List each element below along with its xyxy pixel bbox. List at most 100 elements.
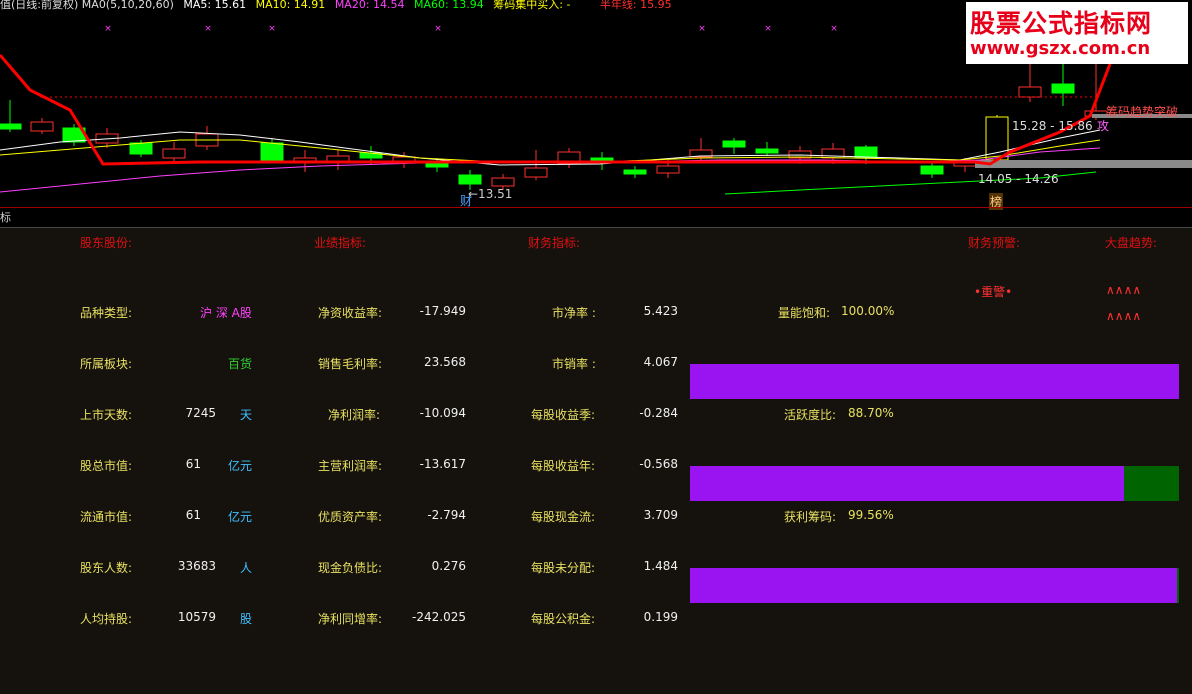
col1-label: 股东人数:	[80, 561, 133, 575]
col2-label: 优质资产率:	[318, 510, 383, 524]
ma20-label: MA20: 14.54	[334, 0, 405, 11]
header-performance: 业绩指标:	[314, 236, 367, 250]
col1-label: 上市天数:	[80, 408, 133, 422]
col3-value: 0.199	[643, 610, 678, 624]
marker-x: ×	[830, 24, 838, 34]
metric-value: 88.70%	[848, 406, 894, 420]
market-trend-2: ∧∧∧∧	[1106, 309, 1142, 323]
col1-unit: 人	[240, 561, 253, 575]
ma60-label: MA60: 13.94	[414, 0, 484, 11]
col2-value: -10.094	[419, 406, 466, 420]
col3-value: -0.568	[639, 457, 678, 471]
candle-body	[30, 121, 54, 132]
kline-chart[interactable]: × × × × × × × 值(日线:前复权) MA0(5,10,20,60) MA5: 1…	[0, 0, 1192, 210]
header-warning: 财务预警:	[968, 236, 1021, 250]
ma5-label: MA5: 15.61	[183, 0, 247, 11]
volume-saturation-bar	[690, 364, 1179, 399]
candle-body	[755, 148, 779, 154]
ma10-label: MA10: 14.91	[255, 0, 326, 11]
warning-value: •重警•	[974, 285, 1013, 299]
col1-label: 股总市值:	[80, 459, 133, 473]
candle-body	[1051, 83, 1075, 94]
price-range-high: 15.28 - 15.86	[1012, 119, 1093, 133]
chart-separator	[0, 207, 1192, 208]
candle-body	[722, 140, 746, 148]
candle-body	[1018, 86, 1042, 98]
info-panel: 股东股份: 业绩指标: 财务指标: 财务预警: 大盘趋势: •重警• ∧∧∧∧ …	[0, 228, 1192, 694]
marker-x: ×	[204, 24, 212, 34]
candle-body	[623, 169, 647, 175]
breakout-label: 筹码趋势突破	[1106, 105, 1179, 119]
logo-url: www.gszx.com.cn	[970, 38, 1151, 59]
col2-value: -2.794	[427, 508, 466, 522]
col2-value: 23.568	[424, 355, 466, 369]
marker-x: ×	[268, 24, 276, 34]
indicator-tab[interactable]: 标	[0, 209, 11, 225]
bar-remainder	[1176, 568, 1179, 603]
col3-value: 1.484	[643, 559, 678, 573]
col3-label: 市净率 :	[552, 306, 596, 320]
candle-body	[524, 167, 548, 178]
half-year-line-label: 半年线: 15.95	[599, 0, 672, 11]
metric-value: 100.00%	[841, 304, 895, 318]
bar-remainder	[1123, 466, 1179, 501]
gray-band	[975, 160, 1192, 168]
logo-title: 股票公式指标网	[970, 9, 1153, 38]
chart-title: 值(日线:前复权)	[0, 0, 79, 11]
col3-value: 5.423	[643, 304, 678, 318]
low-price-label: ←13.51	[468, 187, 513, 201]
col2-value: 0.276	[431, 559, 466, 573]
candle-body	[260, 142, 284, 161]
col3-label: 每股未分配:	[531, 561, 596, 575]
metric-label: 获利筹码:	[784, 510, 837, 524]
col2-label: 现金负债比:	[318, 561, 383, 575]
col2-value: -242.025	[412, 610, 466, 624]
metric-label: 量能饱和:	[778, 306, 831, 320]
col2-label: 主营利润率:	[318, 459, 383, 473]
col1-label: 流通市值:	[80, 510, 133, 524]
col1-label: 品种类型:	[80, 306, 133, 320]
metric-label: 活跃度比:	[784, 408, 837, 422]
half-year-line	[0, 54, 1112, 166]
col1-unit: 股	[240, 612, 253, 626]
profit-chips-bar	[690, 568, 1179, 603]
header-market-trend: 大盘趋势:	[1105, 236, 1158, 250]
header-finance: 财务指标:	[528, 236, 581, 250]
activity-ratio-bar	[690, 466, 1179, 501]
ma-params: MA0(5,10,20,60)	[81, 0, 174, 11]
col2-label: 净资收益率:	[318, 306, 383, 320]
col3-label: 每股收益年:	[531, 459, 596, 473]
marker-x: ×	[434, 24, 442, 34]
col1-unit: 亿元	[228, 510, 253, 524]
col3-value: 4.067	[643, 355, 678, 369]
col2-label: 净利同增率:	[318, 612, 383, 626]
col2-value: -13.617	[419, 457, 466, 471]
metric-value: 99.56%	[848, 508, 894, 522]
header-shareholder: 股东股份:	[80, 236, 133, 250]
col1-label: 人均持股:	[80, 612, 133, 626]
col1-value: 7245	[185, 406, 216, 420]
chip-buy-label: 筹码集中买入: -	[493, 0, 571, 11]
site-logo: 股票公式指标网 www.gszx.com.cn	[966, 2, 1188, 64]
col3-label: 每股收益季:	[531, 408, 596, 422]
col1-unit: 沪 深 A股	[200, 306, 252, 320]
col1-unit: 亿元	[228, 459, 253, 473]
col3-label: 市销率 :	[552, 357, 596, 371]
col2-label: 销售毛利率:	[318, 357, 383, 371]
market-trend-1: ∧∧∧∧	[1106, 283, 1142, 297]
candle-body	[458, 174, 482, 185]
col3-value: 3.709	[643, 508, 678, 522]
candle-body	[491, 177, 515, 187]
col1-value: 33683	[177, 559, 216, 573]
col1-unit: 天	[240, 408, 253, 422]
chart-title-row: 值(日线:前复权) MA0(5,10,20,60) MA5: 15.61 MA1…	[0, 0, 672, 12]
price-range-low: 14.05 - 14.26	[978, 172, 1059, 186]
candle-body	[920, 165, 944, 175]
col2-label: 净利润率:	[328, 408, 381, 422]
col1-label: 所属板块:	[80, 357, 133, 371]
candle-body	[129, 142, 153, 155]
candle-body	[0, 123, 22, 130]
marker-x: ×	[104, 24, 112, 34]
col1-value: 10579	[177, 610, 216, 624]
col3-label: 每股现金流:	[531, 510, 596, 524]
